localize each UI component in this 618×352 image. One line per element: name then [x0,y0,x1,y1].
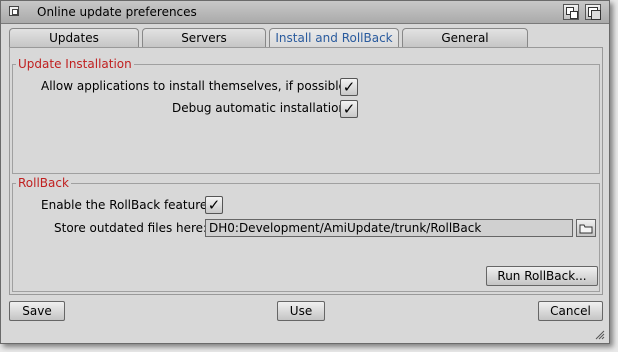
close-icon[interactable] [9,6,19,16]
update-installation-title: Update Installation [16,57,134,71]
title-bar[interactable]: Online update preferences [1,1,609,24]
debug-install-checkbox[interactable]: ✓ [340,100,358,118]
window-title: Online update preferences [37,5,197,19]
cancel-button[interactable]: Cancel [538,301,603,321]
iconify-icon[interactable] [563,4,579,20]
enable-rollback-checkbox[interactable]: ✓ [205,196,223,214]
save-button[interactable]: Save [9,301,65,321]
depth-icon[interactable] [585,4,601,20]
rollback-group: RollBack Enable the RollBack feature: ✓ … [12,176,600,292]
store-path-label: Store outdated files here: [54,221,208,235]
store-path-field[interactable]: DH0:Development/AmiUpdate/trunk/RollBack [205,219,573,237]
preferences-window: Online update preferences Updates Server… [0,0,610,344]
allow-install-checkbox[interactable]: ✓ [340,78,358,96]
rollback-title: RollBack [16,176,71,190]
debug-install-label: Debug automatic installation: [172,101,351,115]
allow-install-label: Allow applications to install themselves… [41,79,350,93]
tab-servers[interactable]: Servers [142,28,266,48]
run-rollback-button[interactable]: Run RollBack... [486,266,598,286]
update-installation-group: Update Installation Allow applications t… [12,57,600,174]
tab-panel: Update Installation Allow applications t… [9,47,603,295]
resize-grip-icon[interactable] [595,329,605,340]
tab-updates[interactable]: Updates [9,28,139,48]
folder-icon[interactable] [576,219,596,237]
tab-general[interactable]: General [402,28,528,48]
enable-rollback-label: Enable the RollBack feature: [41,198,212,212]
use-button[interactable]: Use [277,301,325,321]
tab-install-rollback[interactable]: Install and RollBack [269,28,399,49]
